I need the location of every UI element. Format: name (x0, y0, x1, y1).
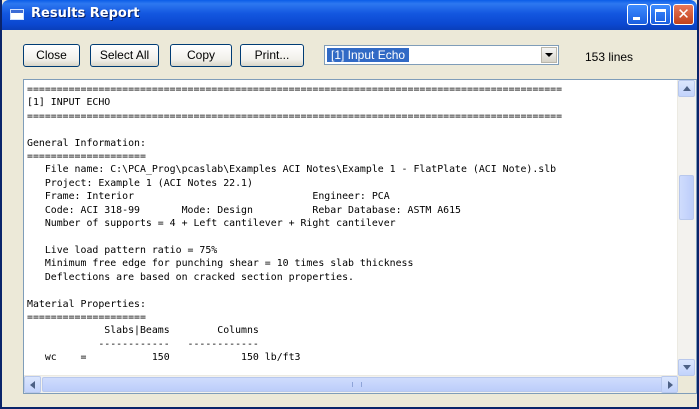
title-bar[interactable]: Results Report ✕ (2, 0, 697, 30)
window-icon (10, 9, 24, 20)
scroll-corner (678, 376, 696, 393)
close-window-button[interactable]: ✕ (673, 4, 694, 25)
report-content[interactable]: ========================================… (25, 81, 676, 376)
chevron-down-icon[interactable] (541, 47, 557, 63)
horizontal-scrollbar[interactable] (24, 375, 678, 393)
close-icon: ✕ (677, 5, 690, 23)
close-button[interactable]: Close (23, 44, 80, 67)
scroll-right-icon[interactable] (661, 376, 678, 393)
minimize-button[interactable] (627, 4, 648, 25)
maximize-button[interactable] (650, 4, 671, 25)
scroll-down-icon[interactable] (678, 359, 695, 376)
window-title: Results Report (31, 6, 140, 21)
horizontal-scroll-thumb[interactable] (42, 377, 672, 392)
results-report-window: Results Report ✕ Close Select All Copy P… (0, 0, 699, 409)
select-all-button[interactable]: Select All (90, 44, 159, 67)
section-select[interactable]: [1] Input Echo (324, 45, 559, 65)
copy-button[interactable]: Copy (170, 44, 232, 67)
report-text-area[interactable]: ========================================… (23, 79, 697, 394)
line-count: 153 lines (585, 50, 634, 64)
print-button[interactable]: Print... (240, 44, 304, 67)
vertical-scrollbar[interactable] (677, 80, 696, 376)
scroll-left-icon[interactable] (24, 376, 41, 393)
report-text: ========================================… (27, 84, 563, 364)
scroll-up-icon[interactable] (678, 80, 695, 97)
section-select-value: [1] Input Echo (327, 48, 410, 62)
vertical-scroll-thumb[interactable] (679, 175, 694, 220)
